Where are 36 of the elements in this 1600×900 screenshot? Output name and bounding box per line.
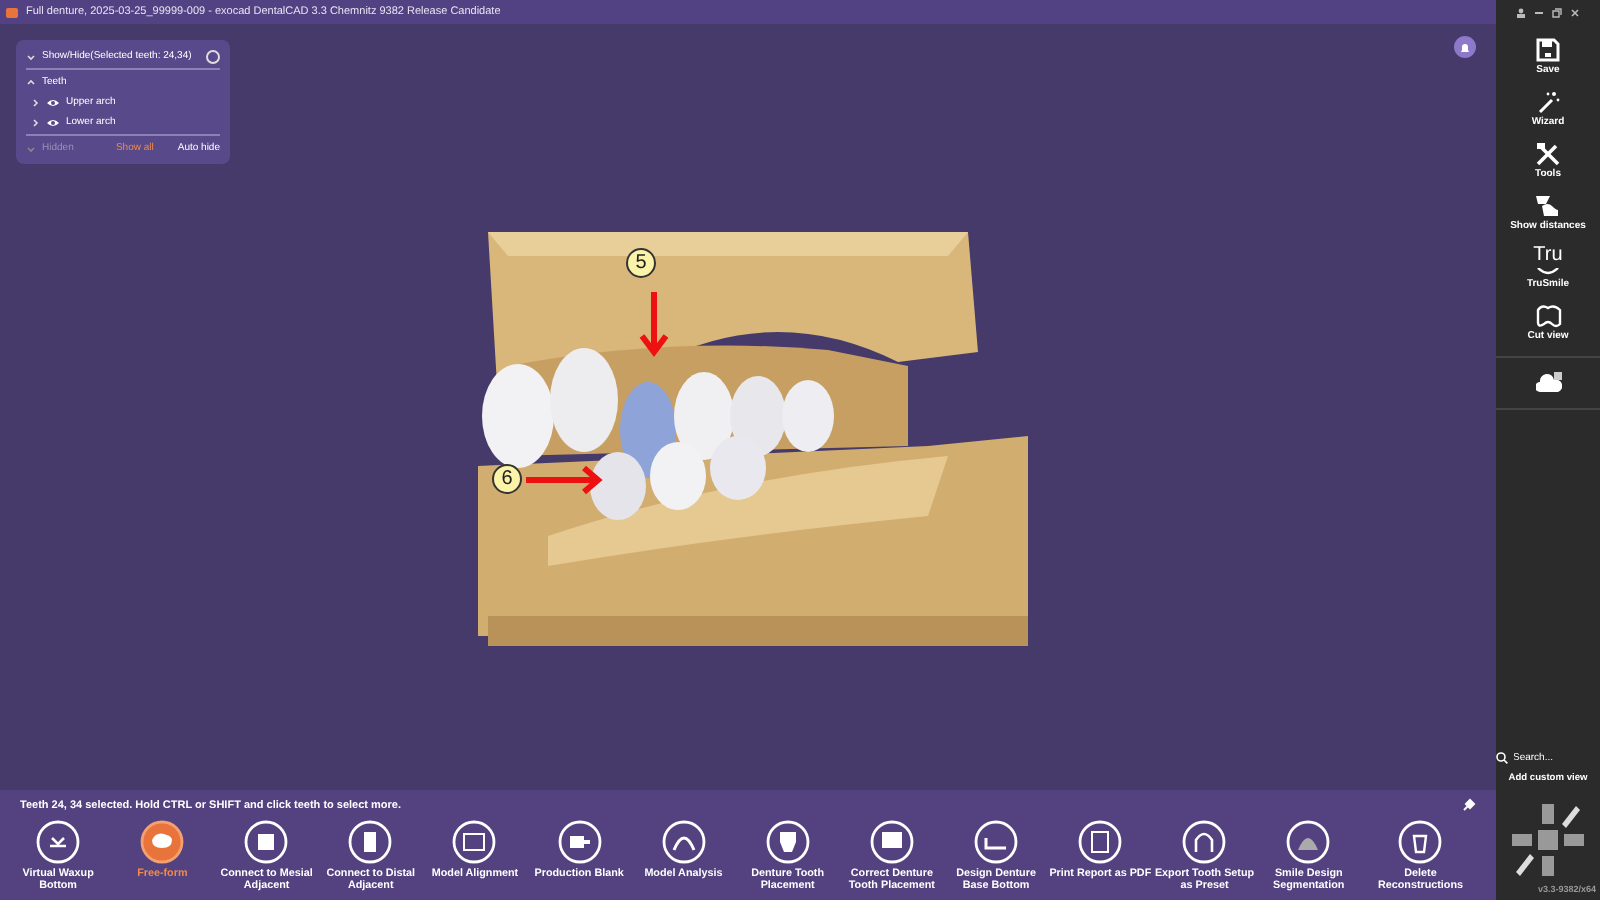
sidebar-button[interactable] xyxy=(1535,372,1561,394)
save-icon xyxy=(1536,38,1560,62)
tools-icon xyxy=(1536,142,1560,166)
round-tool-icon xyxy=(1182,820,1227,864)
round-tool-icon xyxy=(452,820,497,864)
round-tool-icon xyxy=(1398,820,1443,864)
round-tool-icon xyxy=(557,820,602,864)
bell-icon xyxy=(1460,41,1470,53)
round-tool-icon xyxy=(661,820,706,864)
user-icon[interactable] xyxy=(1516,7,1526,17)
round-tool-icon xyxy=(869,820,914,864)
magic-wand-icon xyxy=(1535,90,1560,114)
search-icon xyxy=(1495,752,1507,764)
round-tool-icon xyxy=(348,820,393,864)
round-tool-icon xyxy=(36,820,81,864)
help-icon[interactable] xyxy=(206,49,220,63)
close-icon[interactable] xyxy=(1570,7,1580,17)
eye-icon[interactable] xyxy=(46,117,60,127)
round-tool-icon xyxy=(765,820,810,864)
smile-icon xyxy=(1536,268,1560,276)
restore-icon[interactable] xyxy=(1552,7,1562,17)
round-tool-icon xyxy=(140,820,185,864)
arrow xyxy=(523,465,603,495)
cloud-icon xyxy=(1535,372,1561,394)
arrow xyxy=(639,289,669,357)
view-cube-drawing[interactable] xyxy=(1506,800,1590,880)
pin-icon[interactable] xyxy=(1462,798,1476,812)
notification-button[interactable] xyxy=(1454,36,1476,58)
round-tool-icon xyxy=(1078,820,1123,864)
teeth-distance-icon xyxy=(1534,194,1561,218)
round-tool-icon xyxy=(974,820,1019,864)
app-logo-icon xyxy=(6,7,18,17)
round-tool-icon xyxy=(244,820,289,864)
tooth-outline-icon xyxy=(1535,304,1561,328)
eye-icon[interactable] xyxy=(46,97,60,107)
round-tool-icon xyxy=(1286,820,1331,864)
